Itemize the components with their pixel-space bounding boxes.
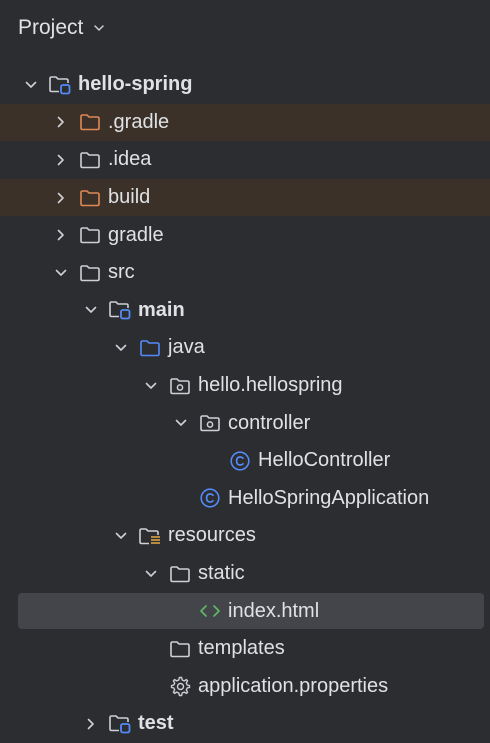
- tree-item-test[interactable]: test: [0, 705, 490, 743]
- folder-icon: [78, 262, 102, 284]
- tree-item-templates[interactable]: templates: [0, 630, 490, 668]
- tree-item-label: HelloSpringApplication: [228, 486, 430, 509]
- tree-item-label: java: [168, 336, 205, 359]
- module-folder-icon: [108, 299, 132, 321]
- chevron-right-icon[interactable]: [50, 224, 72, 246]
- chevron-down-icon[interactable]: [170, 412, 192, 434]
- tree-item-label: main: [138, 298, 185, 321]
- tree-item-index-html[interactable]: index.html: [0, 592, 490, 630]
- resources-folder-icon: [138, 525, 162, 547]
- chevron-right-icon[interactable]: [80, 713, 102, 735]
- tree-item-label: HelloController: [258, 449, 391, 472]
- tree-item-static[interactable]: static: [0, 555, 490, 593]
- chevron-right-icon[interactable]: [50, 111, 72, 133]
- html-file-icon: [198, 600, 222, 622]
- project-view-header[interactable]: Project: [18, 12, 107, 44]
- excluded-folder-icon: [78, 111, 102, 133]
- tree-item-pkg-controller[interactable]: controller: [0, 404, 490, 442]
- chevron-down-icon[interactable]: [140, 563, 162, 585]
- chevron-right-icon[interactable]: [50, 149, 72, 171]
- tree-item-label: static: [198, 562, 245, 585]
- panel-title: Project: [18, 16, 84, 39]
- tree-item-label: hello.hellospring: [198, 374, 343, 397]
- tree-item-resources[interactable]: resources: [0, 517, 490, 555]
- tree-item-label: templates: [198, 637, 285, 660]
- tree-item-label: hello-spring: [78, 73, 193, 96]
- tree-item-build[interactable]: build: [0, 178, 490, 217]
- folder-icon: [168, 638, 192, 660]
- chevron-down-icon[interactable]: [140, 375, 162, 397]
- tree-item-label: index.html: [228, 599, 320, 622]
- chevron-down-icon[interactable]: [50, 262, 72, 284]
- tree-item-hello-controller[interactable]: HelloController: [0, 442, 490, 480]
- tree-item-java[interactable]: java: [0, 329, 490, 367]
- tree-item-label: build: [108, 186, 151, 209]
- package-icon: [198, 412, 222, 434]
- chevron-right-icon[interactable]: [50, 187, 72, 209]
- tree-item-hello-spring[interactable]: hello-spring: [0, 66, 490, 104]
- tree-item-gradle-dir[interactable]: .gradle: [0, 103, 490, 142]
- tree-item-label: src: [108, 261, 135, 284]
- source-folder-icon: [138, 337, 162, 359]
- folder-icon: [78, 224, 102, 246]
- tree-item-src[interactable]: src: [0, 254, 490, 292]
- java-class-icon: [228, 450, 252, 472]
- excluded-folder-icon: [78, 187, 102, 209]
- project-tree: hello-spring .gradle .idea build gradle src ma…: [0, 66, 490, 743]
- chevron-down-icon[interactable]: [110, 337, 132, 359]
- tree-item-app-props[interactable]: application.properties: [0, 668, 490, 706]
- folder-icon: [78, 149, 102, 171]
- chevron-down-icon[interactable]: [91, 20, 107, 36]
- tree-item-label: gradle: [108, 223, 164, 246]
- package-icon: [168, 375, 192, 397]
- tree-item-label: .gradle: [108, 110, 170, 133]
- chevron-down-icon[interactable]: [80, 299, 102, 321]
- chevron-down-icon[interactable]: [110, 525, 132, 547]
- tree-item-label: application.properties: [198, 674, 389, 697]
- properties-file-icon: [168, 675, 192, 697]
- tree-item-label: controller: [228, 411, 311, 434]
- tree-item-gradle[interactable]: gradle: [0, 216, 490, 254]
- chevron-down-icon[interactable]: [20, 74, 42, 96]
- tree-item-main[interactable]: main: [0, 292, 490, 330]
- tree-item-label: test: [138, 712, 174, 735]
- folder-icon: [168, 563, 192, 585]
- tree-item-pkg-hello[interactable]: hello.hellospring: [0, 367, 490, 405]
- tree-item-idea[interactable]: .idea: [0, 141, 490, 179]
- java-class-icon: [198, 487, 222, 509]
- module-folder-icon: [48, 74, 72, 96]
- tree-item-label: resources: [168, 524, 256, 547]
- module-folder-icon: [108, 713, 132, 735]
- tree-item-label: .idea: [108, 148, 152, 171]
- tree-item-hello-spring-app[interactable]: HelloSpringApplication: [0, 480, 490, 518]
